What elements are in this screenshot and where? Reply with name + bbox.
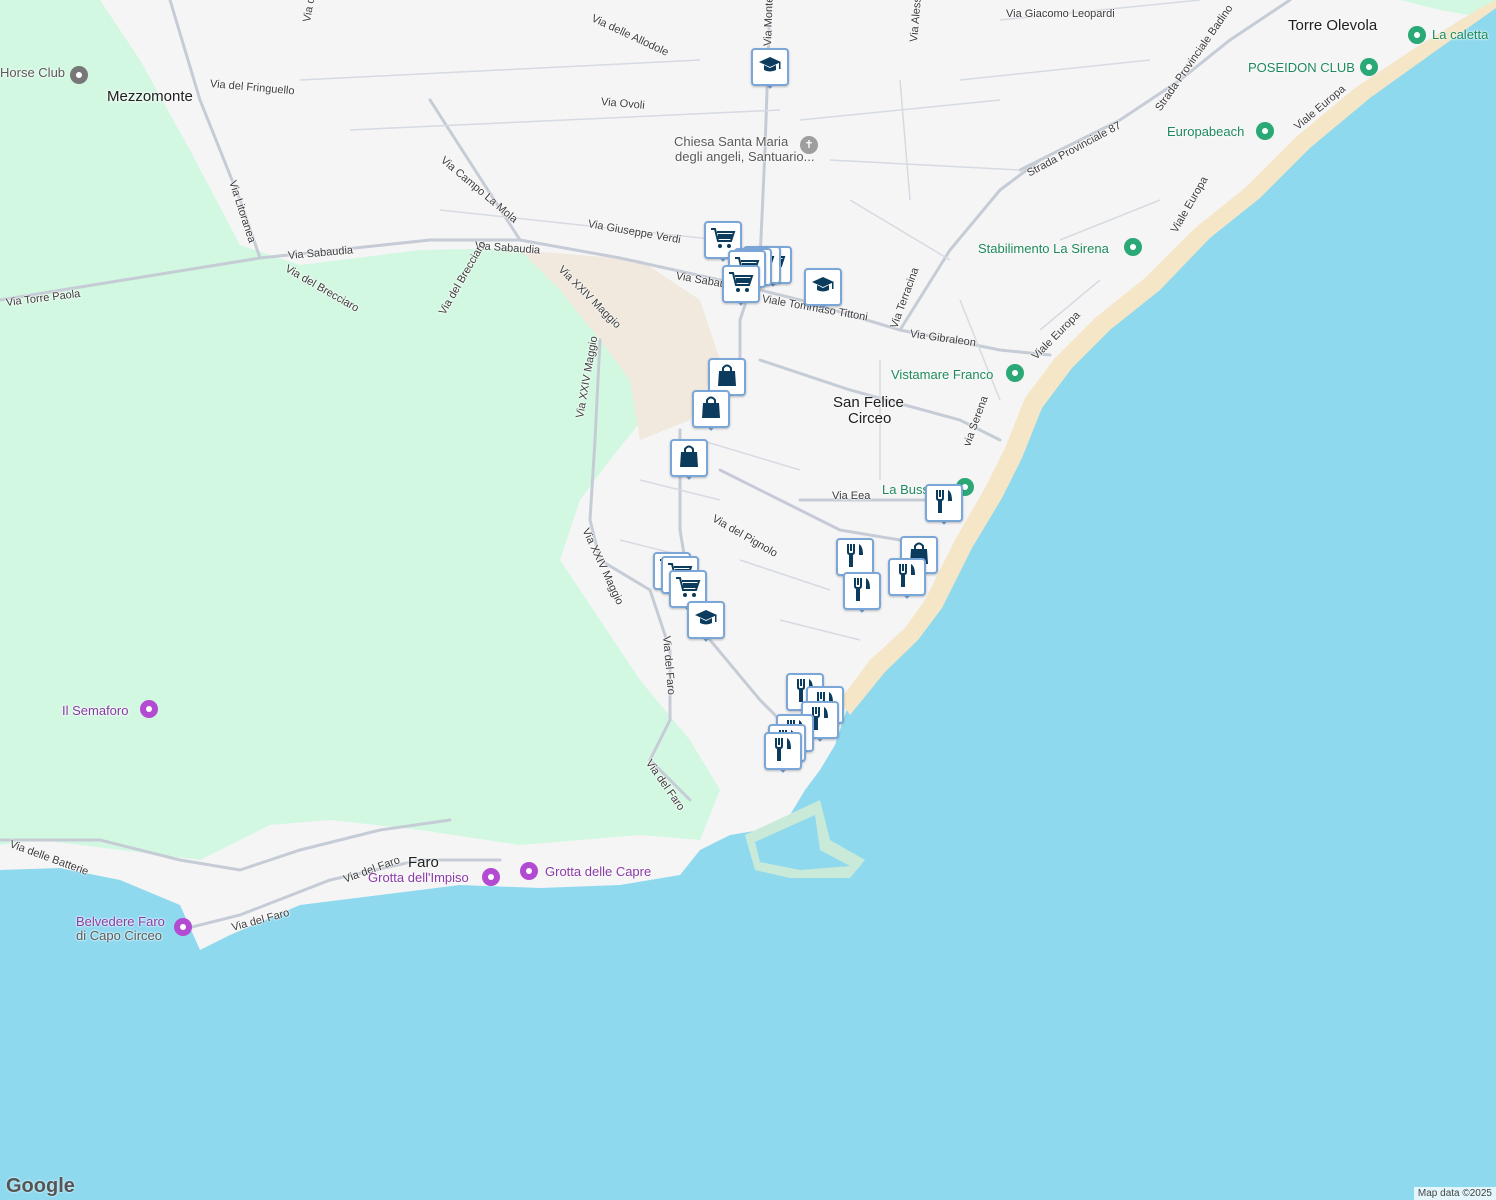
street-label: Via Eea (832, 490, 871, 502)
poi-label-grotta-capre[interactable]: Grotta delle Capre (545, 864, 651, 879)
shopping-cart-icon (728, 270, 754, 299)
poi-pin-icon[interactable] (1360, 58, 1378, 76)
poi-pin-icon[interactable] (174, 918, 192, 936)
poi-label-la-caletta[interactable]: La caletta (1432, 27, 1488, 42)
restaurant-icon (844, 543, 866, 572)
restaurant-icon (933, 489, 955, 518)
poi-label-poseidon[interactable]: POSEIDON CLUB (1248, 60, 1355, 75)
restaurant-marker[interactable] (843, 572, 881, 613)
poi-pin-icon[interactable] (1256, 122, 1274, 140)
google-logo: Google (6, 1175, 75, 1197)
place-label-torre-olevola: Torre Olevola (1288, 17, 1378, 34)
shopping-bag-icon (716, 363, 738, 392)
restaurant-marker[interactable] (888, 558, 926, 599)
school-marker[interactable] (687, 601, 725, 642)
poi-label-belvedere-1[interactable]: Belvedere Faro (76, 914, 165, 929)
school-icon (758, 55, 782, 80)
poi-pin-icon[interactable] (1124, 238, 1142, 256)
restaurant-marker[interactable] (836, 538, 874, 579)
poi-label-vistamare[interactable]: Vistamare Franco (891, 367, 993, 382)
poi-pin-icon[interactable] (482, 868, 500, 886)
place-label-mezzomonte: Mezzomonte (107, 88, 193, 105)
poi-label-chiesa-2[interactable]: degli angeli, Santuario... (675, 149, 814, 164)
shopping-bag-marker[interactable] (670, 439, 708, 480)
restaurant-icon (896, 563, 918, 592)
restaurant-icon (772, 737, 794, 766)
place-label-san-felice-2: Circeo (848, 410, 892, 427)
restaurant-icon (851, 577, 873, 606)
poi-pin-icon[interactable] (1006, 364, 1024, 382)
poi-pin-icon[interactable] (520, 862, 538, 880)
street-label: Via Giacomo Leopardi (1006, 8, 1115, 20)
poi-pin-icon[interactable] (1408, 26, 1426, 44)
map-canvas[interactable]: Mezzomonte Torre Olevola San Felice Circeo F… (0, 0, 1496, 1200)
place-label-faro: Faro (408, 854, 439, 871)
school-marker[interactable] (751, 48, 789, 89)
map-base-layer (0, 0, 1496, 1200)
shopping-bag-icon (678, 444, 700, 473)
school-icon (694, 608, 718, 633)
shopping-bag-icon (700, 395, 722, 424)
restaurant-marker[interactable] (925, 484, 963, 525)
poi-label-la-sirena[interactable]: Stabilimento La Sirena (978, 241, 1109, 256)
poi-label-semaforo[interactable]: Il Semaforo (62, 703, 128, 718)
poi-label-grotta-impiso[interactable]: Grotta dell'Impiso (368, 870, 469, 885)
map-attribution: Map data ©2025 (1413, 1187, 1496, 1200)
shopping-cart-icon (675, 575, 701, 604)
poi-label-chiesa-1[interactable]: Chiesa Santa Maria (674, 134, 788, 149)
shopping-cart-marker[interactable] (722, 265, 760, 306)
school-icon (811, 275, 835, 300)
poi-pin-icon[interactable] (70, 66, 88, 84)
poi-label-horse-club[interactable]: Horse Club (0, 65, 65, 80)
school-marker[interactable] (804, 268, 842, 309)
poi-label-europabeach[interactable]: Europabeach (1167, 124, 1244, 139)
place-label-san-felice-1: San Felice (833, 394, 904, 411)
shopping-bag-marker[interactable] (692, 390, 730, 431)
poi-label-belvedere-2[interactable]: di Capo Circeo (76, 928, 162, 943)
poi-pin-icon[interactable] (140, 700, 158, 718)
restaurant-marker[interactable] (764, 732, 802, 773)
